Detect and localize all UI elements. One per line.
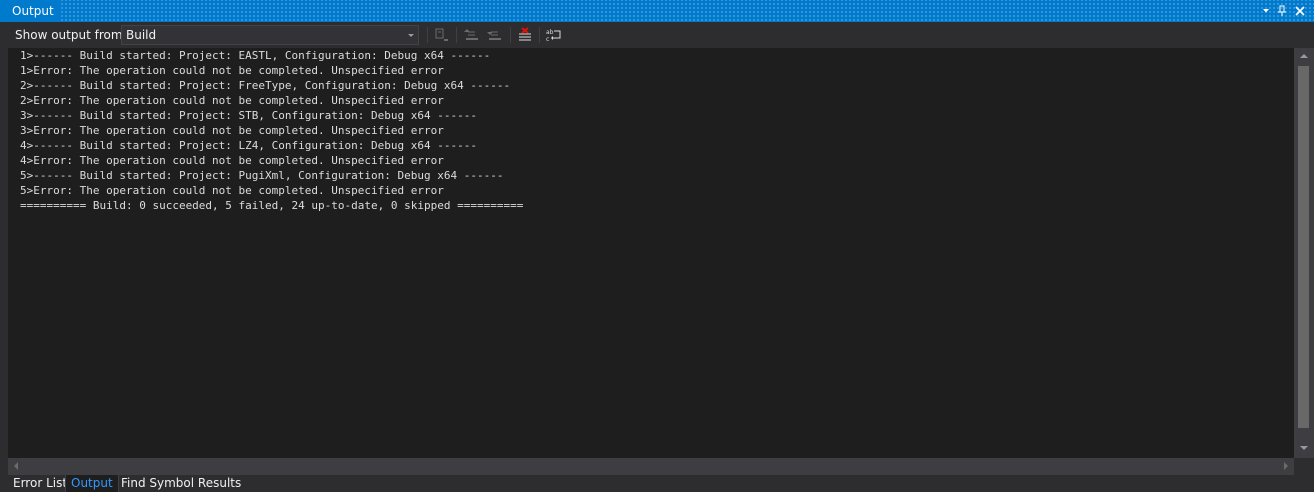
scroll-down-icon[interactable] bbox=[1300, 446, 1308, 450]
toolbar-separator bbox=[427, 27, 428, 43]
horizontal-scrollbar[interactable] bbox=[8, 458, 1294, 475]
output-line: 5>------ Build started: Project: PugiXml… bbox=[20, 169, 504, 182]
tab-error-list[interactable]: Error List bbox=[8, 475, 72, 492]
find-message-icon[interactable] bbox=[433, 26, 451, 44]
output-line: 5>Error: The operation could not be comp… bbox=[20, 184, 444, 197]
output-title-bar[interactable]: Output bbox=[0, 0, 1314, 22]
pin-icon[interactable] bbox=[1274, 3, 1290, 19]
vertical-scrollbar[interactable] bbox=[1294, 48, 1314, 458]
scroll-up-icon[interactable] bbox=[1300, 54, 1308, 58]
output-source-dropdown[interactable]: Build bbox=[121, 25, 419, 45]
scroll-thumb[interactable] bbox=[1298, 66, 1309, 428]
toolbar-separator bbox=[539, 27, 540, 43]
output-line: 4>Error: The operation could not be comp… bbox=[20, 154, 444, 167]
output-line: ========== Build: 0 succeeded, 5 failed,… bbox=[20, 199, 524, 212]
output-text-area[interactable]: 1>------ Build started: Project: EASTL, … bbox=[8, 48, 1294, 458]
svg-text:ab: ab bbox=[546, 29, 554, 36]
output-toolbar: Show output from: Build ab c bbox=[0, 22, 1314, 48]
previous-message-icon[interactable] bbox=[463, 26, 481, 44]
show-output-label: Show output from: bbox=[15, 28, 127, 42]
toolbar-separator bbox=[456, 27, 457, 43]
word-wrap-icon[interactable]: ab c bbox=[545, 26, 563, 44]
scrollbar-corner bbox=[1294, 458, 1314, 475]
close-icon[interactable] bbox=[1292, 3, 1308, 19]
svg-text:c: c bbox=[546, 36, 549, 43]
clear-all-icon[interactable] bbox=[516, 26, 534, 44]
output-line: 4>------ Build started: Project: LZ4, Co… bbox=[20, 139, 477, 152]
dropdown-arrow-icon[interactable] bbox=[1258, 3, 1274, 19]
output-line: 2>Error: The operation could not be comp… bbox=[20, 94, 444, 107]
chevron-down-icon bbox=[408, 34, 414, 37]
output-line: 3>------ Build started: Project: STB, Co… bbox=[20, 109, 477, 122]
output-line: 3>Error: The operation could not be comp… bbox=[20, 124, 444, 137]
output-window: Output Show output from: Build ab c 1>--… bbox=[0, 0, 1314, 492]
output-lines: 1>------ Build started: Project: EASTL, … bbox=[20, 48, 523, 213]
toolbar-separator bbox=[510, 27, 511, 43]
next-message-icon[interactable] bbox=[486, 26, 504, 44]
output-line: 1>Error: The operation could not be comp… bbox=[20, 64, 444, 77]
window-title: Output bbox=[0, 0, 60, 22]
tab-find-symbol-results[interactable]: Find Symbol Results bbox=[116, 475, 246, 492]
tab-output[interactable]: Output bbox=[65, 475, 119, 492]
scroll-left-icon[interactable] bbox=[14, 462, 18, 470]
output-line: 2>------ Build started: Project: FreeTyp… bbox=[20, 79, 511, 92]
scroll-right-icon[interactable] bbox=[1284, 462, 1288, 470]
output-line: 1>------ Build started: Project: EASTL, … bbox=[20, 49, 491, 62]
panel-tabs: Error List Output Find Symbol Results bbox=[0, 475, 1314, 492]
output-source-value: Build bbox=[126, 28, 157, 42]
